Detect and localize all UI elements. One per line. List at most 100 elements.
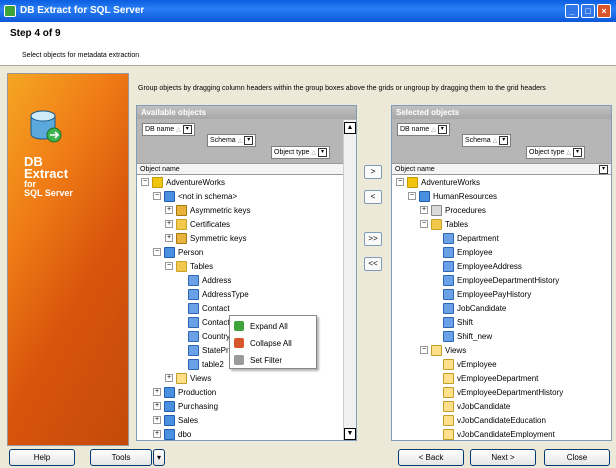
tree-row[interactable]: + Views [165, 371, 211, 385]
available-scrollbar[interactable]: ▲ ▼ [343, 120, 356, 440]
expand-toggle-icon[interactable]: + [153, 402, 161, 410]
tools-button[interactable]: Tools [90, 449, 152, 466]
tree-row[interactable]: + Asymmetric keys [165, 203, 250, 217]
group-schema-header[interactable]: Schema △ ▾ [462, 134, 512, 147]
collapse-toggle-icon[interactable]: − [153, 192, 161, 200]
dropdown-arrow-icon[interactable]: ▾ [573, 148, 583, 157]
window-title: DB Extract for SQL Server [20, 5, 145, 16]
tree-row[interactable]: + Production [153, 385, 216, 399]
tree-row-label: vEmployee [457, 359, 497, 369]
dropdown-arrow-icon[interactable]: ▾ [437, 125, 447, 134]
footer-bar: Help Tools ▾ < Back Next > Close [0, 446, 616, 468]
dropdown-arrow-icon[interactable]: ▾ [182, 125, 192, 134]
next-button[interactable]: Next > [470, 449, 536, 466]
collapse-toggle-icon[interactable]: − [396, 178, 404, 186]
group-schema-header[interactable]: Schema △ ▾ [207, 134, 257, 147]
tree-row[interactable]: vJobCandidate [432, 399, 510, 413]
tree-row[interactable]: vJobCandidateEmployment [432, 427, 555, 441]
group-objecttype-header[interactable]: Object type △ ▾ [526, 146, 586, 159]
collapse-toggle-icon[interactable]: − [165, 262, 173, 270]
group-objecttype-header[interactable]: Object type △ ▾ [271, 146, 331, 159]
collapse-toggle-icon[interactable]: − [420, 346, 428, 354]
available-tree[interactable]: − AdventureWorks − <not in schema> + Asymmetr… [137, 175, 356, 441]
group-dbname-header[interactable]: DB name △ ▾ [142, 123, 195, 136]
menu-item-set-filter[interactable]: Set Filter [234, 353, 282, 367]
column-label: Object name [140, 166, 180, 173]
back-button[interactable]: < Back [398, 449, 464, 466]
close-window-button[interactable]: × [597, 4, 611, 18]
tree-row[interactable]: − Tables [420, 217, 468, 231]
tree-row[interactable]: JobCandidate [432, 301, 506, 315]
sort-up-icon: △ [566, 149, 572, 156]
add-selected-button[interactable]: > [364, 165, 382, 179]
sort-up-icon: △ [176, 126, 181, 133]
tree-row[interactable]: EmployeeAddress [432, 259, 522, 273]
scroll-up-icon[interactable]: ▲ [344, 122, 356, 134]
remove-selected-button[interactable]: < [364, 190, 382, 204]
dropdown-arrow-icon[interactable]: ▾ [318, 148, 328, 157]
available-objects-title: Available objects [137, 106, 356, 119]
tree-row[interactable]: Shift [432, 315, 473, 329]
tree-row[interactable]: − Person [153, 245, 203, 259]
selected-tree[interactable]: − AdventureWorks − HumanResources + Procedure… [392, 175, 611, 441]
tree-row[interactable]: Shift_new [432, 329, 492, 343]
selected-column-header[interactable]: Object name ▾ [392, 163, 611, 175]
tree-row[interactable]: EmployeeDepartmentHistory [432, 273, 559, 287]
maximize-button[interactable]: □ [581, 4, 595, 18]
expand-toggle-icon[interactable]: + [153, 388, 161, 396]
tree-row[interactable]: − AdventureWorks [141, 175, 225, 189]
tree-row[interactable]: + Certificates [165, 217, 230, 231]
expand-toggle-icon[interactable]: + [153, 430, 161, 438]
expand-toggle-icon[interactable]: + [165, 220, 173, 228]
tree-row[interactable]: + Symmetric keys [165, 231, 246, 245]
collapse-toggle-icon[interactable]: − [420, 220, 428, 228]
tree-row[interactable]: + Sales [153, 413, 198, 427]
tree-row[interactable]: Department [432, 231, 499, 245]
tree-row[interactable]: EmployeePayHistory [432, 287, 531, 301]
tree-row[interactable]: Employee [432, 245, 493, 259]
group-dbname-header[interactable]: DB name △ ▾ [397, 123, 450, 136]
dropdown-arrow-icon[interactable]: ▾ [599, 165, 608, 174]
available-column-header[interactable]: Object name▾ [137, 163, 356, 175]
tree-row-label: Production [178, 387, 217, 397]
tree-row[interactable]: AddressType [177, 287, 249, 301]
collapse-toggle-icon[interactable]: − [141, 178, 149, 186]
folder-icon [176, 260, 187, 272]
tree-row[interactable]: − <not in schema> [153, 189, 237, 203]
tree-row[interactable]: Address [177, 273, 231, 287]
menu-item-expand-all[interactable]: Expand All [234, 319, 288, 333]
collapse-toggle-icon[interactable]: − [153, 248, 161, 256]
help-button[interactable]: Help [9, 449, 75, 466]
tools-dropdown-button[interactable]: ▾ [153, 449, 165, 466]
menu-item-collapse-all[interactable]: Collapse All [234, 336, 292, 350]
tree-row[interactable]: − HumanResources [408, 189, 497, 203]
expand-toggle-icon[interactable]: + [420, 206, 428, 214]
tree-row[interactable]: vJobCandidateEducation [432, 413, 546, 427]
tree-row[interactable]: + dbo [153, 427, 191, 441]
tree-row[interactable]: vEmployee [432, 357, 497, 371]
dropdown-arrow-icon[interactable]: ▾ [499, 136, 509, 145]
brand-text: DB Extract for SQL Server [24, 155, 73, 198]
remove-all-button[interactable]: << [364, 257, 382, 271]
expand-toggle-icon[interactable]: + [165, 234, 173, 242]
view-icon [176, 372, 187, 384]
tree-row-label: dbo [178, 429, 192, 439]
tree-row[interactable]: − Tables [165, 259, 213, 273]
tree-row[interactable]: vEmployeeDepartment [432, 371, 538, 385]
close-button[interactable]: Close [544, 449, 610, 466]
tree-row[interactable]: table2 [177, 357, 224, 371]
tree-row[interactable]: + Procedures [420, 203, 486, 217]
tree-row[interactable]: − AdventureWorks [396, 175, 480, 189]
dropdown-arrow-icon[interactable]: ▾ [244, 136, 254, 145]
tree-row[interactable]: − Views [420, 343, 466, 357]
expand-toggle-icon[interactable]: + [153, 416, 161, 424]
scroll-down-icon[interactable]: ▼ [344, 428, 356, 440]
tree-row[interactable]: + Purchasing [153, 399, 218, 413]
expand-toggle-icon[interactable]: + [165, 206, 173, 214]
add-all-button[interactable]: >> [364, 232, 382, 246]
minimize-button[interactable]: _ [565, 4, 579, 18]
expand-toggle-icon[interactable]: + [165, 374, 173, 382]
collapse-toggle-icon[interactable]: − [408, 192, 416, 200]
tree-row[interactable]: Contact [177, 301, 230, 315]
tree-row[interactable]: vEmployeeDepartmentHistory [432, 385, 563, 399]
